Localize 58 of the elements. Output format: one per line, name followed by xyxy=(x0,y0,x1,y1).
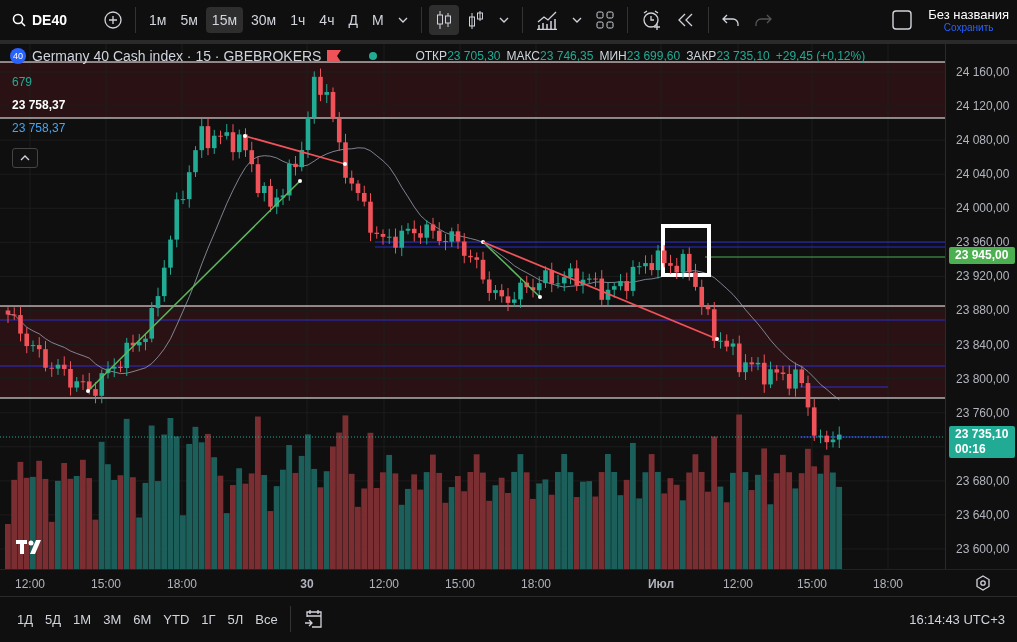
symbol-badge: 40 xyxy=(10,48,26,64)
range-button[interactable]: 6М xyxy=(128,607,157,631)
layout-title[interactable]: Без названия xyxy=(928,7,1009,22)
time-label: Июл xyxy=(647,577,675,591)
ohlc-value: ЗАКР23 735,10 xyxy=(686,49,770,63)
symbol-title: Germany 40 Cash index · 15 · GBEBROKERS xyxy=(32,48,322,64)
interval-tab[interactable]: 5м xyxy=(174,7,204,33)
range-button[interactable]: 1М xyxy=(68,607,97,631)
indicator-value: 679 xyxy=(12,75,34,89)
price-label: 23 760,00 xyxy=(956,405,1010,420)
time-label: 15:00 xyxy=(797,577,827,591)
time-label: 30 xyxy=(300,577,314,591)
range-button[interactable]: 1Д xyxy=(12,607,39,631)
range-button[interactable]: YTD xyxy=(158,607,195,631)
price-label: 24 120,00 xyxy=(956,99,1010,114)
time-label: 18:00 xyxy=(873,577,903,591)
price-label: 23 640,00 xyxy=(956,507,1010,522)
price-label: 24 160,00 xyxy=(956,65,1010,79)
time-label: 15:00 xyxy=(91,577,121,591)
price-label: 23 920,00 xyxy=(956,269,1010,284)
interval-tab[interactable]: 1ч xyxy=(284,7,312,33)
range-button[interactable]: 1Г xyxy=(196,607,221,631)
ohlc-value: МАКС23 746,35 xyxy=(506,49,594,63)
symbol-search[interactable]: DE40 xyxy=(6,8,96,32)
price-label: 24 040,00 xyxy=(956,167,1010,182)
ohlc-value: ОТКР23 705,30 xyxy=(415,49,501,63)
indicator-value: 23 758,37 xyxy=(12,98,66,112)
price-marker: 23 945,00 xyxy=(949,247,1015,265)
time-label: 18:00 xyxy=(521,577,551,591)
time-label: 12:00 xyxy=(723,577,753,591)
interval-tab[interactable]: 15м xyxy=(205,7,244,33)
price-label: 23 880,00 xyxy=(956,303,1010,318)
price-label: 23 600,00 xyxy=(956,541,1010,556)
price-label: 24 000,00 xyxy=(956,201,1010,216)
price-label: 24 080,00 xyxy=(956,133,1010,148)
time-label: 18:00 xyxy=(167,577,197,591)
price-marker: 23 735,10 00:16 xyxy=(949,425,1015,458)
price-label: 23 960,00 xyxy=(956,235,1010,250)
clock: 16:14:43 UTC+3 xyxy=(909,611,1005,627)
range-button[interactable]: 3М xyxy=(98,607,127,631)
interval-tab[interactable]: 1м xyxy=(143,7,173,33)
ohlc-value: МИН23 699,60 xyxy=(599,49,681,63)
interval-tab[interactable]: Д xyxy=(342,7,364,33)
price-change: +29,45 (+0,12%) xyxy=(775,49,866,63)
time-label: 12:00 xyxy=(369,577,399,591)
price-label: 23 800,00 xyxy=(956,371,1010,386)
indicator-value: 23 758,37 xyxy=(12,121,66,135)
range-button[interactable]: 5Л xyxy=(222,607,249,631)
interval-tab[interactable]: 30м xyxy=(245,7,283,33)
interval-tab[interactable]: 4ч xyxy=(313,7,341,33)
time-label: 12:00 xyxy=(15,577,45,591)
save-link[interactable]: Сохранить xyxy=(943,22,994,33)
price-label: 23 840,00 xyxy=(956,337,1010,352)
range-button[interactable]: Все xyxy=(250,607,283,631)
time-label: 15:00 xyxy=(445,577,475,591)
range-button[interactable]: 5Д xyxy=(40,607,67,631)
interval-tab[interactable]: М xyxy=(365,7,390,33)
price-label: 23 680,00 xyxy=(956,473,1010,488)
